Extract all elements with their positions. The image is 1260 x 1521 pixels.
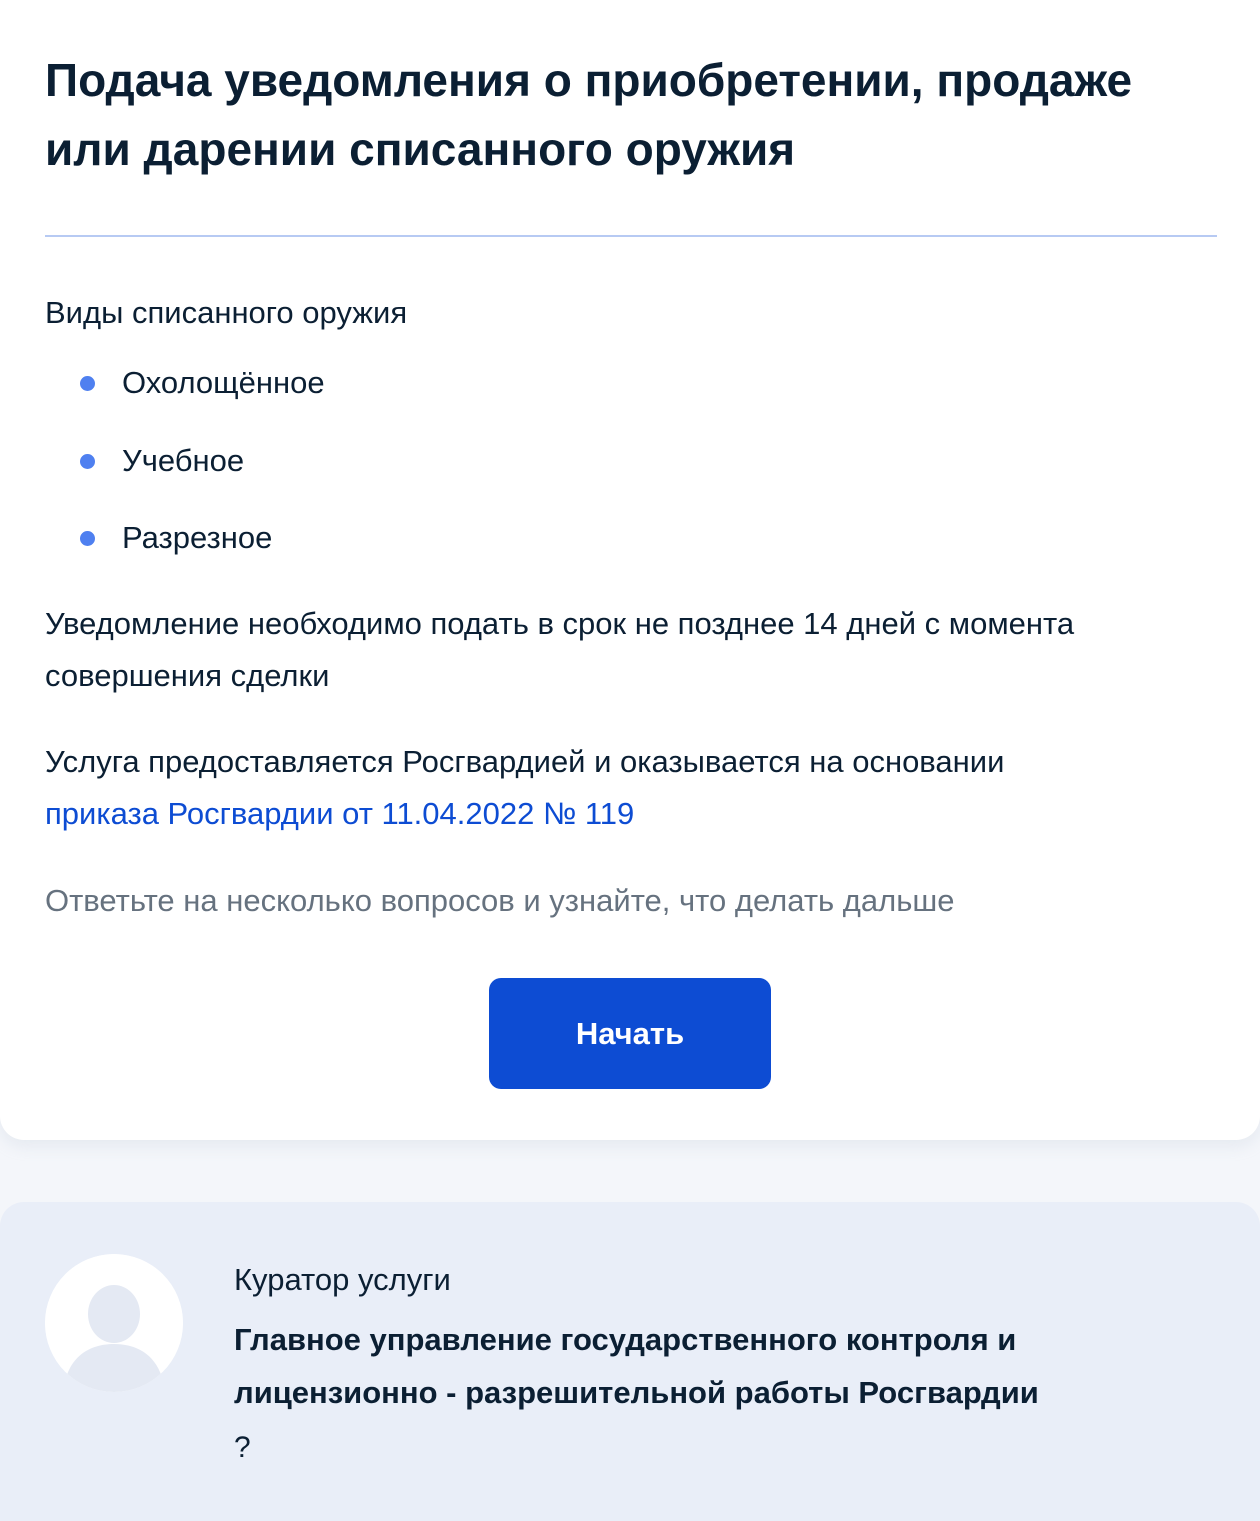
start-button[interactable]: Начать <box>489 978 771 1089</box>
list-item: Учебное <box>80 441 680 481</box>
bullet-dot-icon <box>80 454 95 469</box>
curator-label: Куратор услуги <box>234 1262 451 1297</box>
hint-text: Ответьте на несколько вопросов и узнайте… <box>45 883 955 918</box>
title-divider <box>45 235 1217 237</box>
question-mark-icon[interactable]: ? <box>234 1428 251 1468</box>
weapon-kinds-label: Виды списанного оружия <box>45 295 408 330</box>
service-card: Подача уведомления о приобретении, прода… <box>0 0 1260 1140</box>
list-item: Разрезное <box>80 518 680 558</box>
deadline-text: Уведомление необходимо подать в срок не … <box>45 606 1075 693</box>
list-item-label: Охолощённое <box>122 365 325 400</box>
bullet-dot-icon <box>80 531 95 546</box>
user-avatar-icon <box>45 1254 183 1392</box>
curator-panel: Куратор услуги Главное управление госуда… <box>0 1202 1260 1521</box>
bullet-dot-icon <box>80 376 95 391</box>
curator-name: Главное управление государственного конт… <box>234 1322 1039 1410</box>
provider-text: Услуга предоставляется Росгвардией и ока… <box>45 744 1005 779</box>
provider-paragraph: Услуга предоставляется Росгвардией и ока… <box>45 736 1220 840</box>
list-item: Охолощённое <box>80 363 680 403</box>
order-link[interactable]: приказа Росгвардии от 11.04.2022 № 119 <box>45 796 634 831</box>
list-item-label: Разрезное <box>122 520 273 555</box>
list-item-label: Учебное <box>122 443 245 478</box>
page-title: Подача уведомления о приобретении, прода… <box>45 54 1133 175</box>
